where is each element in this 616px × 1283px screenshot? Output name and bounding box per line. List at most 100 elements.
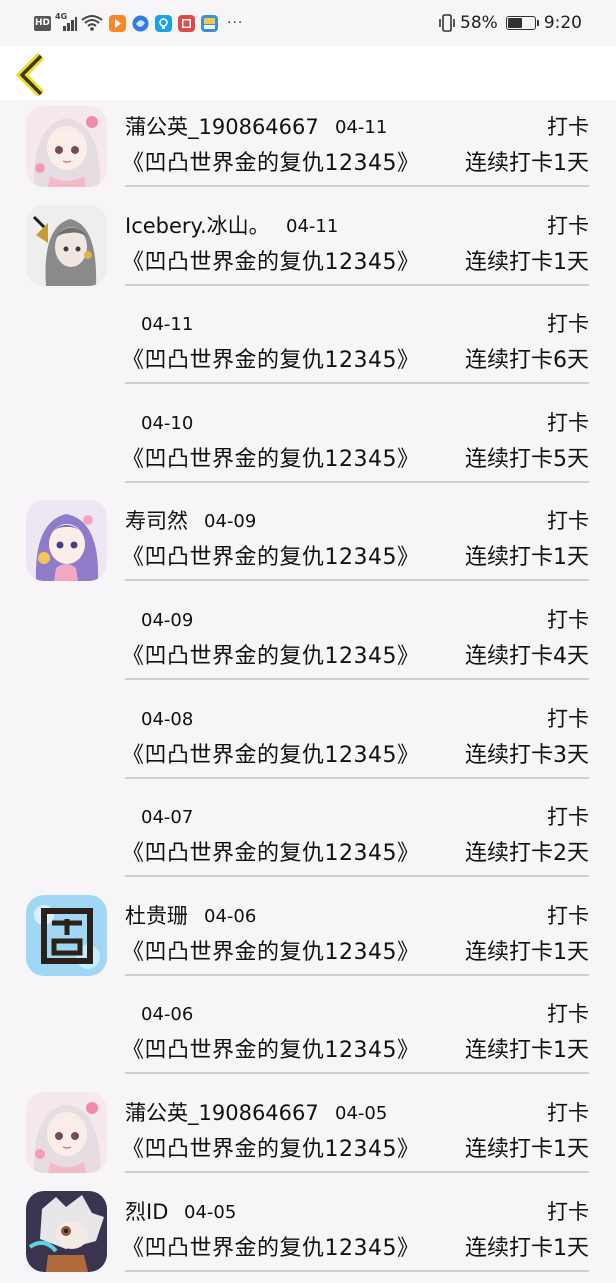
checkin-record[interactable]: 蒲公英_190864667 04-05 打卡《凹凸世界金的复仇12345》 连续打卡1…: [0, 1086, 616, 1185]
avatar[interactable]: [26, 894, 107, 976]
user-name[interactable]: 烈ID: [125, 1197, 168, 1227]
row-divider: [125, 185, 589, 187]
checkin-record[interactable]: Icebery.冰山。 04-11 打卡《凹凸世界金的复仇12345》 连续打卡1天: [0, 199, 616, 298]
book-title[interactable]: 《凹凸世界金的复仇12345》: [122, 148, 420, 180]
streak-count: 连续打卡1天: [465, 151, 589, 176]
streak-count: 连续打卡1天: [465, 249, 589, 275]
checkin-date: 04-06: [141, 1004, 194, 1026]
checkin-record[interactable]: 04-11 打卡《凹凸世界金的复仇12345》 连续打卡6天: [0, 297, 616, 396]
streak-count: 连续打卡2天: [465, 841, 589, 867]
checkin-date: 04-05: [335, 1102, 388, 1124]
row-divider: [125, 776, 589, 779]
book-title[interactable]: 《凹凸世界金的复仇12345》: [122, 740, 420, 772]
streak-count: 连续打卡1天: [465, 1235, 589, 1261]
network-type: 4G: [55, 12, 68, 21]
avatar[interactable]: [26, 500, 107, 582]
hd-icon: HD: [34, 15, 51, 31]
avatar[interactable]: [26, 1091, 107, 1173]
streak-count: 连续打卡4天: [465, 643, 589, 669]
checkin-label: 打卡: [547, 213, 589, 238]
checkin-date: 04-09: [141, 609, 194, 631]
checkin-date: 04-09: [204, 511, 257, 533]
book-title[interactable]: 《凹凸世界金的复仇12345》: [122, 937, 420, 969]
row-divider: [125, 1072, 589, 1075]
user-name[interactable]: 寿司然: [125, 506, 188, 536]
user-name[interactable]: 蒲公英_190864667: [125, 1098, 319, 1128]
row-divider: [125, 677, 589, 680]
row-divider: [125, 283, 589, 286]
checkin-record[interactable]: 烈ID 04-05 打卡《凹凸世界金的复仇12345》 连续打卡1天: [0, 1185, 616, 1283]
checkin-record[interactable]: 04-09 打卡《凹凸世界金的复仇12345》 连续打卡4天: [0, 593, 616, 692]
nav-bar: [0, 46, 616, 100]
checkin-date: 04-11: [286, 215, 339, 237]
checkin-label: 打卡: [547, 607, 589, 632]
checkin-record[interactable]: 04-06 打卡《凹凸世界金的复仇12345》 连续打卡1天: [0, 987, 616, 1086]
checkin-label: 打卡: [547, 1199, 589, 1224]
more-notifications-icon: ···: [227, 15, 244, 31]
battery-percent: 58%: [460, 13, 498, 33]
avatar[interactable]: [26, 106, 107, 187]
vibrate-icon: [438, 13, 456, 33]
checkin-date: 04-11: [335, 117, 388, 138]
checkin-record[interactable]: 04-10 打卡《凹凸世界金的复仇12345》 连续打卡5天: [0, 396, 616, 495]
chevron-left-icon: [15, 52, 45, 96]
row-divider: [125, 480, 589, 483]
streak-count: 连续打卡5天: [465, 446, 589, 472]
book-title[interactable]: 《凹凸世界金的复仇12345》: [122, 444, 420, 476]
book-title[interactable]: 《凹凸世界金的复仇12345》: [122, 1233, 420, 1265]
row-divider: [125, 1269, 589, 1272]
status-right: 58% 9:20: [438, 12, 582, 34]
book-title[interactable]: 《凹凸世界金的复仇12345》: [122, 641, 420, 673]
checkin-label: 打卡: [547, 312, 589, 337]
checkin-date: 04-11: [141, 314, 194, 336]
gallery-app-icon: [201, 14, 218, 32]
checkin-label: 打卡: [547, 1100, 589, 1125]
streak-count: 连续打卡3天: [465, 742, 589, 768]
user-name[interactable]: 杜贵珊: [125, 901, 188, 931]
video-app-icon: [109, 14, 126, 32]
status-left: HD 4G ···: [34, 12, 243, 34]
book-app-icon: [178, 14, 195, 32]
battery-icon: [505, 16, 539, 30]
book-title[interactable]: 《凹凸世界金的复仇12345》: [122, 1035, 420, 1067]
checkin-date: 04-07: [141, 807, 194, 829]
checkin-list[interactable]: 蒲公英_190864667 04-11 打卡 《凹凸世界金的复仇12345》 连续打卡1…: [0, 100, 616, 1283]
streak-count: 连续打卡1天: [465, 939, 589, 965]
light-app-icon: [155, 14, 172, 32]
checkin-label: 打卡: [547, 115, 589, 139]
streak-count: 连续打卡1天: [465, 545, 589, 571]
checkin-date: 04-10: [141, 412, 194, 434]
back-button[interactable]: [14, 50, 54, 96]
row-divider: [125, 579, 589, 582]
user-name[interactable]: Icebery.冰山。: [125, 211, 270, 241]
checkin-date: 04-05: [184, 1201, 237, 1223]
checkin-date: 04-06: [204, 905, 257, 927]
checkin-record[interactable]: 寿司然 04-09 打卡《凹凸世界金的复仇12345》 连续打卡1天: [0, 494, 616, 593]
checkin-record[interactable]: 04-07 打卡《凹凸世界金的复仇12345》 连续打卡2天: [0, 790, 616, 889]
checkin-label: 打卡: [547, 706, 589, 731]
streak-count: 连续打卡6天: [465, 348, 589, 374]
row-divider: [125, 973, 589, 976]
user-name[interactable]: 蒲公英_190864667: [125, 112, 319, 142]
checkin-label: 打卡: [547, 410, 589, 435]
book-title[interactable]: 《凹凸世界金的复仇12345》: [122, 1134, 420, 1166]
wifi-icon: [81, 14, 103, 32]
checkin-label: 打卡: [547, 509, 589, 534]
checkin-record[interactable]: 杜贵珊 04-06 打卡 《凹凸世界金的复仇12345》 连续打卡1天: [0, 889, 616, 988]
avatar[interactable]: [26, 204, 107, 286]
row-divider: [125, 382, 589, 385]
book-title[interactable]: 《凹凸世界金的复仇12345》: [122, 247, 420, 279]
checkin-label: 打卡: [547, 805, 589, 830]
checkin-record[interactable]: 蒲公英_190864667 04-11 打卡《凹凸世界金的复仇12345》 连续打卡1…: [0, 100, 616, 199]
clock: 9:20: [543, 13, 582, 33]
status-bar: HD 4G ··· 58% 9:20: [0, 0, 616, 46]
checkin-label: 打卡: [547, 1002, 589, 1027]
book-title[interactable]: 《凹凸世界金的复仇12345》: [122, 838, 420, 870]
book-title[interactable]: 《凹凸世界金的复仇12345》: [122, 542, 420, 574]
row-divider: [125, 875, 589, 878]
streak-count: 连续打卡1天: [465, 1136, 589, 1162]
checkin-record[interactable]: 04-08 打卡 《凹凸世界金的复仇12345》 连续打卡3天: [0, 692, 616, 791]
book-title[interactable]: 《凹凸世界金的复仇12345》: [122, 345, 420, 377]
avatar[interactable]: [26, 1190, 107, 1272]
streak-count: 连续打卡1天: [465, 1038, 589, 1064]
